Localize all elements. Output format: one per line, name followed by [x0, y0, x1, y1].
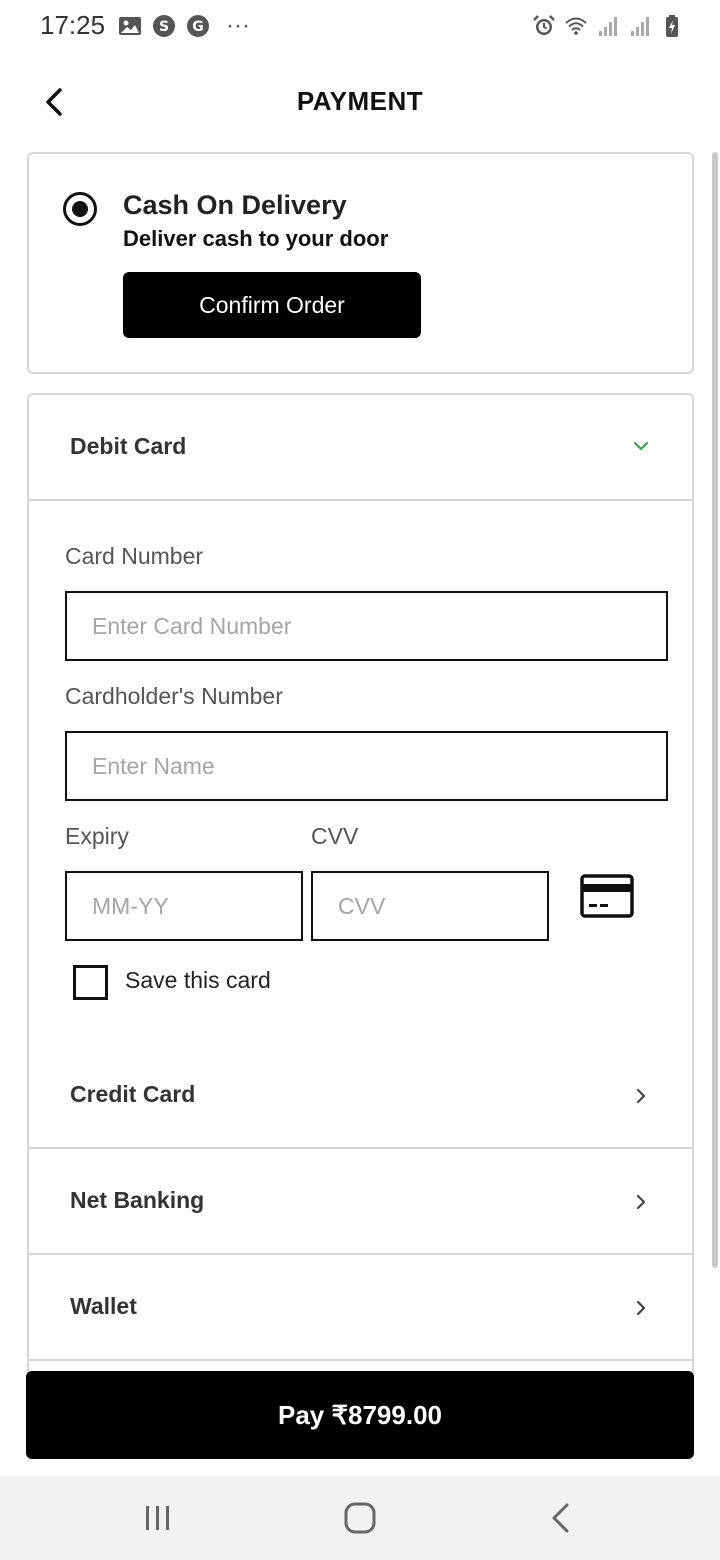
header: PAYMENT — [0, 70, 720, 136]
cardholder-label: Cardholder's Number — [65, 683, 283, 709]
status-left-icons: S G ··· — [118, 14, 250, 38]
card-number-input[interactable] — [65, 591, 668, 661]
signal-icon — [631, 17, 649, 36]
payment-options-panel: Debit Card Card Number Cardholder's Numb… — [27, 393, 694, 1393]
debit-card-form: Card Number Cardholder's Number Expiry C… — [29, 501, 692, 1041]
status-more-icon: ··· — [226, 12, 250, 39]
wallet-label: Wallet — [70, 1293, 137, 1319]
wifi-icon — [565, 17, 587, 35]
chevron-right-icon — [636, 1300, 646, 1316]
scrollbar[interactable] — [712, 152, 718, 1268]
credit-card-icon — [580, 874, 634, 918]
cod-radio-button[interactable] — [63, 192, 97, 226]
google-icon: G — [187, 15, 209, 37]
debit-card-header[interactable]: Debit Card — [29, 395, 692, 501]
skype-icon: S — [153, 15, 175, 37]
cod-subtitle: Deliver cash to your door — [123, 226, 389, 251]
status-right-icons — [532, 14, 684, 38]
save-card-checkbox[interactable] — [73, 965, 108, 1000]
net-banking-label: Net Banking — [70, 1187, 205, 1213]
back-nav-icon[interactable] — [542, 1498, 582, 1538]
chevron-right-icon — [636, 1088, 646, 1104]
signal-icon — [599, 17, 617, 36]
credit-card-option[interactable]: Credit Card — [29, 1043, 692, 1149]
expiry-label: Expiry — [65, 823, 129, 849]
home-icon[interactable] — [340, 1498, 380, 1538]
credit-card-label: Credit Card — [70, 1081, 196, 1107]
gallery-icon — [119, 17, 141, 35]
net-banking-option[interactable]: Net Banking — [29, 1149, 692, 1255]
expiry-input[interactable] — [65, 871, 303, 941]
cod-title: Cash On Delivery — [123, 190, 347, 220]
card-number-label: Card Number — [65, 543, 204, 569]
confirm-order-button[interactable]: Confirm Order — [123, 272, 421, 338]
svg-text:G: G — [192, 19, 204, 35]
navigation-bar — [0, 1476, 720, 1560]
debit-card-label: Debit Card — [70, 433, 187, 459]
cvv-input[interactable] — [311, 871, 549, 941]
save-card-label: Save this card — [125, 967, 271, 993]
cardholder-name-input[interactable] — [65, 731, 668, 801]
status-bar: 17:25 S G ··· — [0, 0, 720, 54]
chevron-down-icon — [633, 441, 649, 451]
svg-text:S: S — [159, 19, 169, 35]
wallet-option[interactable]: Wallet — [29, 1255, 692, 1361]
cod-card[interactable]: Cash On Delivery Deliver cash to your do… — [27, 152, 694, 374]
chevron-right-icon — [636, 1194, 646, 1210]
alarm-icon — [533, 15, 555, 35]
battery-icon — [666, 15, 678, 37]
pay-button[interactable]: Pay ₹8799.00 — [26, 1371, 694, 1459]
status-time: 17:25 — [40, 10, 106, 40]
recent-apps-icon[interactable] — [138, 1498, 178, 1538]
cvv-label: CVV — [311, 823, 359, 849]
page-title: PAYMENT — [296, 86, 424, 116]
